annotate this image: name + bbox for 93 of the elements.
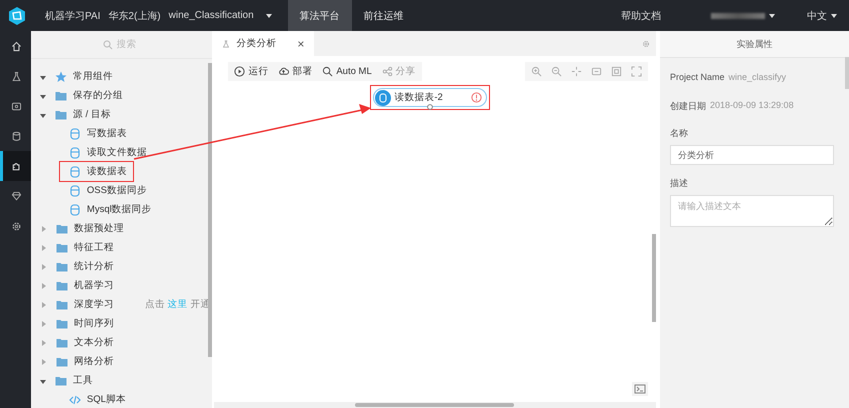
- folder-icon: [56, 318, 68, 330]
- field-value: 2018-09-09 13:29:08: [710, 100, 794, 112]
- folder-icon: [54, 108, 67, 120]
- folder-icon: [56, 356, 68, 368]
- rail-item[interactable]: [0, 151, 31, 181]
- fit-icon[interactable]: [591, 66, 602, 77]
- region-label: 华东2(上海): [108, 10, 161, 22]
- database-icon: [68, 128, 81, 140]
- flask-icon: [10, 70, 24, 82]
- folder-icon: [54, 374, 67, 386]
- center-icon[interactable]: [571, 66, 582, 77]
- database-icon: [68, 204, 81, 216]
- automl-button[interactable]: Auto ML: [322, 66, 372, 77]
- project-selector[interactable]: wine_Classification: [168, 10, 254, 21]
- scrollbar-thumb[interactable]: [208, 63, 212, 357]
- caret-icon: [266, 14, 272, 18]
- home-icon: [10, 40, 24, 52]
- tree-group-label[interactable]: 网络分析: [74, 355, 114, 368]
- tree-group-label[interactable]: 源 / 目标: [72, 108, 111, 121]
- close-icon[interactable]: ×: [297, 36, 304, 50]
- canvas-node[interactable]: 读数据表-2: [373, 88, 488, 107]
- tree-group-label[interactable]: 保存的分组: [72, 89, 123, 102]
- terminal-icon[interactable]: [632, 382, 648, 396]
- folder-icon: [56, 336, 68, 348]
- scrollbar-thumb[interactable]: [355, 403, 514, 407]
- scrollbar-thumb[interactable]: [652, 234, 656, 322]
- tree-group-label[interactable]: 文本分析: [74, 336, 114, 349]
- tree-item-label[interactable]: SQL脚本: [86, 393, 126, 406]
- search-icon: [102, 40, 113, 50]
- settings-icon[interactable]: [641, 38, 651, 48]
- tree-group-label[interactable]: 时间序列: [74, 317, 114, 330]
- field-label: 创建日期: [670, 100, 706, 113]
- code-icon: [68, 394, 81, 406]
- magnifier-icon: [322, 66, 334, 77]
- tree-group-label[interactable]: 常用组件: [72, 70, 113, 83]
- tree-item-label[interactable]: 读数据表: [86, 165, 127, 178]
- database-icon: [68, 184, 81, 196]
- database-icon: [375, 90, 392, 106]
- caret-icon[interactable]: [40, 76, 46, 80]
- cloud-icon: [278, 66, 290, 77]
- field-label: Project Name: [670, 72, 725, 82]
- folder-icon: [56, 242, 68, 254]
- star-icon: [54, 70, 67, 82]
- help-link[interactable]: 帮助文档: [621, 8, 661, 22]
- editor-tab[interactable]: 分类分析 ×: [214, 31, 314, 56]
- folder-icon: [56, 298, 68, 310]
- tree-group-label[interactable]: 统计分析: [74, 260, 114, 273]
- share-icon: [382, 66, 393, 77]
- logo-icon[interactable]: [7, 6, 27, 26]
- tree-item-label[interactable]: 写数据表: [86, 127, 127, 140]
- tree-group-label[interactable]: 特征工程: [74, 241, 114, 254]
- product-name: 机器学习PAI: [45, 10, 100, 22]
- play-icon: [234, 66, 246, 77]
- caret-icon[interactable]: [40, 380, 46, 384]
- caret-icon[interactable]: [40, 95, 46, 99]
- output-port-icon[interactable]: [427, 104, 434, 110]
- caret-icon: [769, 14, 775, 18]
- description-field[interactable]: 请输入描述文本: [670, 195, 834, 227]
- tree-group-label[interactable]: 深度学习: [74, 298, 114, 311]
- zoom-in-icon[interactable]: [531, 66, 542, 77]
- nav-tab[interactable]: 算法平台: [288, 0, 352, 31]
- name-field[interactable]: 分类分析: [670, 145, 834, 165]
- account-menu[interactable]: [711, 12, 765, 18]
- folder-icon: [56, 280, 68, 292]
- folder-icon: [56, 222, 68, 234]
- folder-icon: [54, 90, 67, 102]
- deploy-button[interactable]: 部署: [278, 65, 312, 78]
- panel-title: 实验属性: [660, 31, 849, 58]
- folder-icon: [56, 260, 68, 272]
- database-icon: [68, 166, 81, 178]
- zoom-out-icon[interactable]: [551, 66, 562, 77]
- tree-group-label[interactable]: 工具: [72, 374, 93, 387]
- tree-item-label[interactable]: 读取文件数据: [86, 146, 147, 159]
- field-label: 名称: [670, 127, 689, 140]
- language-selector[interactable]: 中文: [807, 8, 827, 22]
- tree-item-label[interactable]: OSS数据同步: [86, 184, 147, 197]
- caret-icon[interactable]: [40, 114, 46, 118]
- scrollbar-thumb[interactable]: [845, 57, 849, 89]
- fullscreen-icon[interactable]: [631, 66, 642, 77]
- nav-tab[interactable]: 前往运维: [352, 0, 416, 31]
- warning-icon: [471, 92, 482, 103]
- settings-icon: [10, 220, 24, 232]
- flask-icon: [221, 38, 232, 48]
- run-button[interactable]: 运行: [234, 65, 268, 78]
- database-icon: [68, 146, 81, 158]
- tree-item-label[interactable]: Mysql数据同步: [86, 203, 152, 216]
- caret-icon: [831, 14, 837, 18]
- tree-group-label[interactable]: 机器学习: [74, 279, 114, 292]
- frame-icon[interactable]: [611, 66, 622, 77]
- tree-group-label[interactable]: 数据预处理: [74, 222, 124, 235]
- field-value: wine_classifyy: [728, 72, 786, 82]
- diamond-icon: [10, 190, 24, 202]
- field-label: 描述: [670, 177, 689, 190]
